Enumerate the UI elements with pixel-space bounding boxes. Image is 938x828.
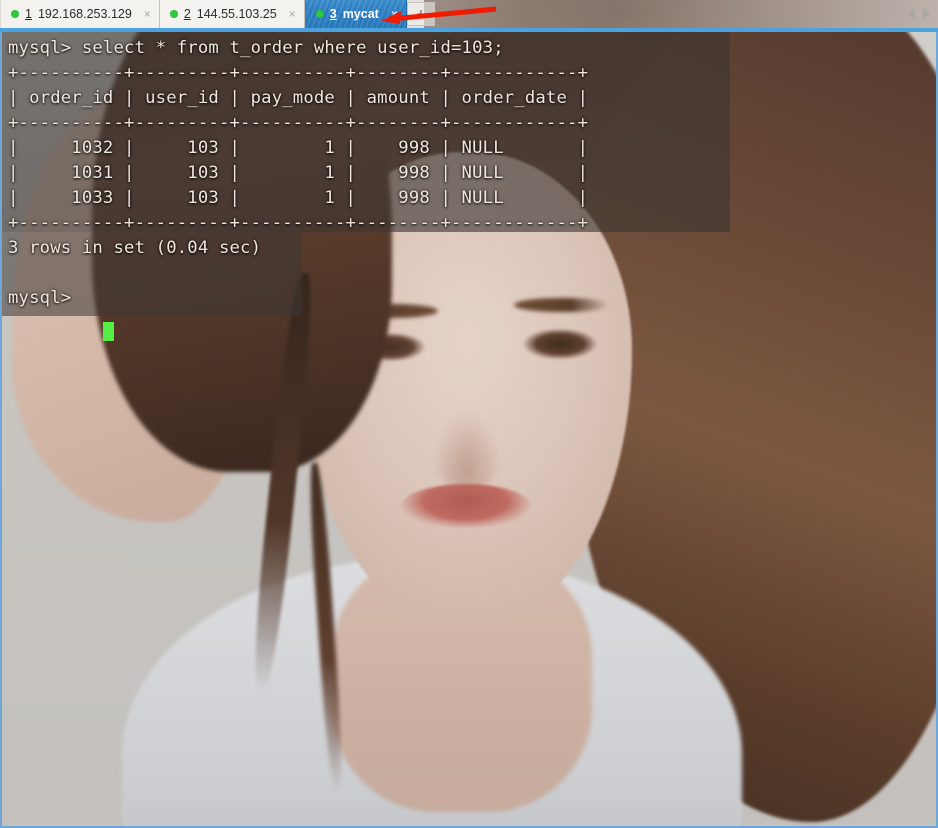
tab-strip: 1 192.168.253.129 × 2 144.55.103.25 × 3 … <box>0 0 435 28</box>
tab-bar-wallpaper-bleed <box>424 0 938 28</box>
tab-label-3: mycat <box>342 7 379 21</box>
terminal-pane[interactable]: mysql> select * from t_order where user_… <box>0 32 938 828</box>
tab-index-1: 1 <box>25 7 32 21</box>
terminal-window: 1 192.168.253.129 × 2 144.55.103.25 × 3 … <box>0 0 938 828</box>
session-connected-dot <box>315 10 324 18</box>
close-icon[interactable]: × <box>289 8 296 20</box>
tab-bar-underline <box>0 28 938 32</box>
prev-tab-arrow-icon[interactable] <box>908 8 915 20</box>
terminal-cursor <box>103 322 114 341</box>
new-tab-button[interactable]: + <box>406 2 435 26</box>
tab-session-mycat[interactable]: 3 mycat × <box>304 0 407 28</box>
tab-scroll-controls <box>908 0 930 28</box>
tab-session-2[interactable]: 2 144.55.103.25 × <box>159 0 305 28</box>
tab-index-2: 2 <box>183 7 191 21</box>
next-tab-arrow-icon[interactable] <box>923 8 930 20</box>
tab-session-1[interactable]: 1 192.168.253.129 × <box>0 0 160 28</box>
close-icon[interactable]: × <box>391 8 398 20</box>
plus-icon: + <box>416 5 426 23</box>
terminal-transcript: mysql> select * from t_order where user_… <box>8 38 589 308</box>
close-icon[interactable]: × <box>144 8 151 20</box>
tab-bar: 1 192.168.253.129 × 2 144.55.103.25 × 3 … <box>0 0 938 28</box>
session-connected-dot <box>169 10 178 18</box>
tab-label-1: 192.168.253.129 <box>37 7 132 21</box>
tab-label-2: 144.55.103.25 <box>196 7 277 21</box>
session-connected-dot <box>11 10 19 18</box>
tab-index-3: 3 <box>329 7 337 21</box>
